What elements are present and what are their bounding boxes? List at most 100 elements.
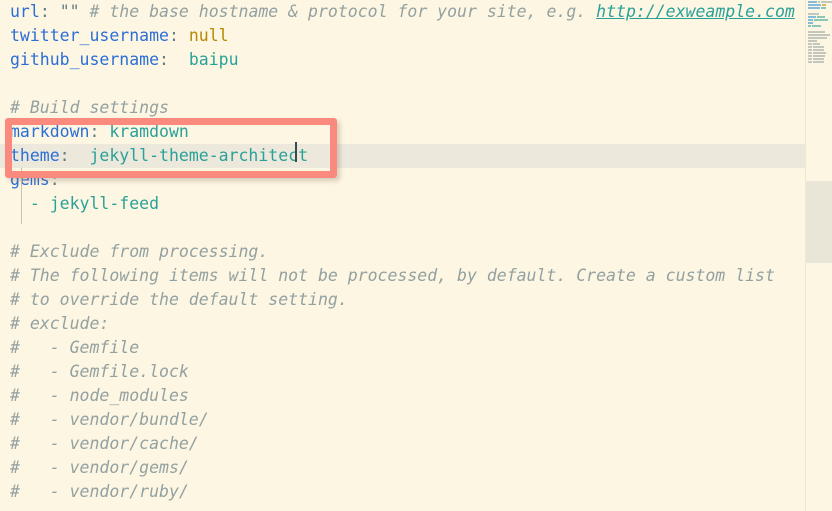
editor-lines[interactable]: url: "" # the base hostname & protocol f… [0,0,806,504]
minimap-block [817,0,820,3]
minimap-block [808,12,819,15]
code-token-comment: # exclude: [10,314,110,333]
minimap-viewport-slider[interactable] [806,181,832,263]
code-token-dash: - [10,194,50,213]
code-line[interactable]: gems: [0,168,806,192]
minimap-block [808,15,816,18]
code-token-key: github_username [10,50,160,69]
minimap-block [808,57,812,60]
code-token-punct: : [39,2,50,21]
minimap-block [821,6,826,9]
code-line[interactable]: - jekyll-feed [0,192,806,216]
code-token-comment: # - Gemfile.lock [10,362,189,381]
minimap-block [808,30,825,33]
minimap-block [820,0,832,3]
code-token-comment: # - vendor/bundle/ [10,410,209,429]
code-token-val: jekyll-feed [49,194,160,213]
code-token-link: http://exweample.com [596,2,795,21]
minimap-block [808,45,812,48]
code-line[interactable]: # to override the default setting. [0,288,806,312]
code-token-punct: : [168,26,179,45]
minimap-block [808,51,812,54]
code-line[interactable]: # - vendor/cache/ [0,432,806,456]
minimap-block [813,45,824,48]
code-token-comment: # - vendor/ruby/ [10,482,189,501]
code-token-comment: # the base hostname & protocol for your … [89,2,597,21]
minimap-line [806,60,832,63]
code-token-punct: : [159,50,169,69]
code-line[interactable]: # - vendor/gems/ [0,456,806,480]
code-line[interactable]: # - Gemfile [0,336,806,360]
code-token-key: twitter_username [10,26,169,45]
code-token-comment: # - node_modules [10,386,189,405]
minimap-block [808,42,812,45]
code-token-comment: # to override the default setting. [10,290,348,309]
code-token-comment: # Build settings [10,98,169,117]
code-line[interactable]: # The following items will not be proces… [0,264,806,288]
code-token-comment: # - Gemfile [10,338,140,357]
minimap-block [808,3,821,6]
code-token-comment: # The following items will not be proces… [10,266,775,285]
code-line[interactable]: # exclude: [0,312,806,336]
code-line[interactable]: # - node_modules [0,384,806,408]
code-line[interactable]: # Build settings [0,96,806,120]
minimap-block [808,48,812,51]
code-line[interactable]: github_username: baipu [0,48,806,72]
minimap-block [808,60,812,63]
code-token-punct: : [49,170,60,189]
minimap-block [817,15,825,18]
minimap-block [813,54,825,57]
minimap-block [808,21,813,24]
code-line[interactable]: theme: jekyll-theme-architect [0,144,806,168]
minimap-block [808,36,827,39]
indent-guide-line [21,168,22,224]
code-line[interactable]: markdown: kramdown [0,120,806,144]
editor-text-area[interactable]: url: "" # the base hostname & protocol f… [0,0,806,511]
editor-minimap[interactable] [805,0,832,511]
code-token-str: "" [59,2,80,21]
code-line[interactable]: # - vendor/ruby/ [0,480,806,504]
minimap-block [808,39,817,42]
code-token-key: gems [10,170,50,189]
code-token-key: markdown [10,122,90,141]
code-line[interactable] [0,72,806,96]
code-token-const: null [188,26,229,45]
code-token-comment: # - vendor/gems/ [10,458,189,477]
minimap-block [814,18,828,21]
minimap-block [808,18,813,21]
code-line[interactable] [0,216,806,240]
code-line[interactable]: twitter_username: null [0,24,806,48]
minimap-block [808,6,820,9]
code-line[interactable]: url: "" # the base hostname & protocol f… [0,0,806,24]
minimap-rows [806,0,832,63]
code-token-comment: # Exclude from processing. [10,242,269,261]
minimap-block [808,54,812,57]
code-token-punct: : [59,146,70,165]
minimap-block [813,51,826,54]
minimap-block [813,42,820,45]
code-token-key: url [10,2,40,21]
minimap-block [813,48,824,51]
code-token-val: jekyll-theme-architect [89,146,309,165]
code-line[interactable]: # Exclude from processing. [0,240,806,264]
minimap-block [808,24,811,27]
code-editor-screenshot: url: "" # the base hostname & protocol f… [0,0,832,511]
minimap-block [808,33,830,36]
code-token-val: kramdown [109,122,189,141]
minimap-block [813,57,824,60]
code-line[interactable]: # - vendor/bundle/ [0,408,806,432]
text-caret [295,142,297,162]
minimap-block [812,24,821,27]
code-token-key: theme [10,146,60,165]
code-token-punct: : [89,122,100,141]
code-token-comment: # - vendor/cache/ [10,434,199,453]
code-token-val: baipu [188,50,239,69]
minimap-block [813,60,824,63]
code-line[interactable]: # - Gemfile.lock [0,360,806,384]
